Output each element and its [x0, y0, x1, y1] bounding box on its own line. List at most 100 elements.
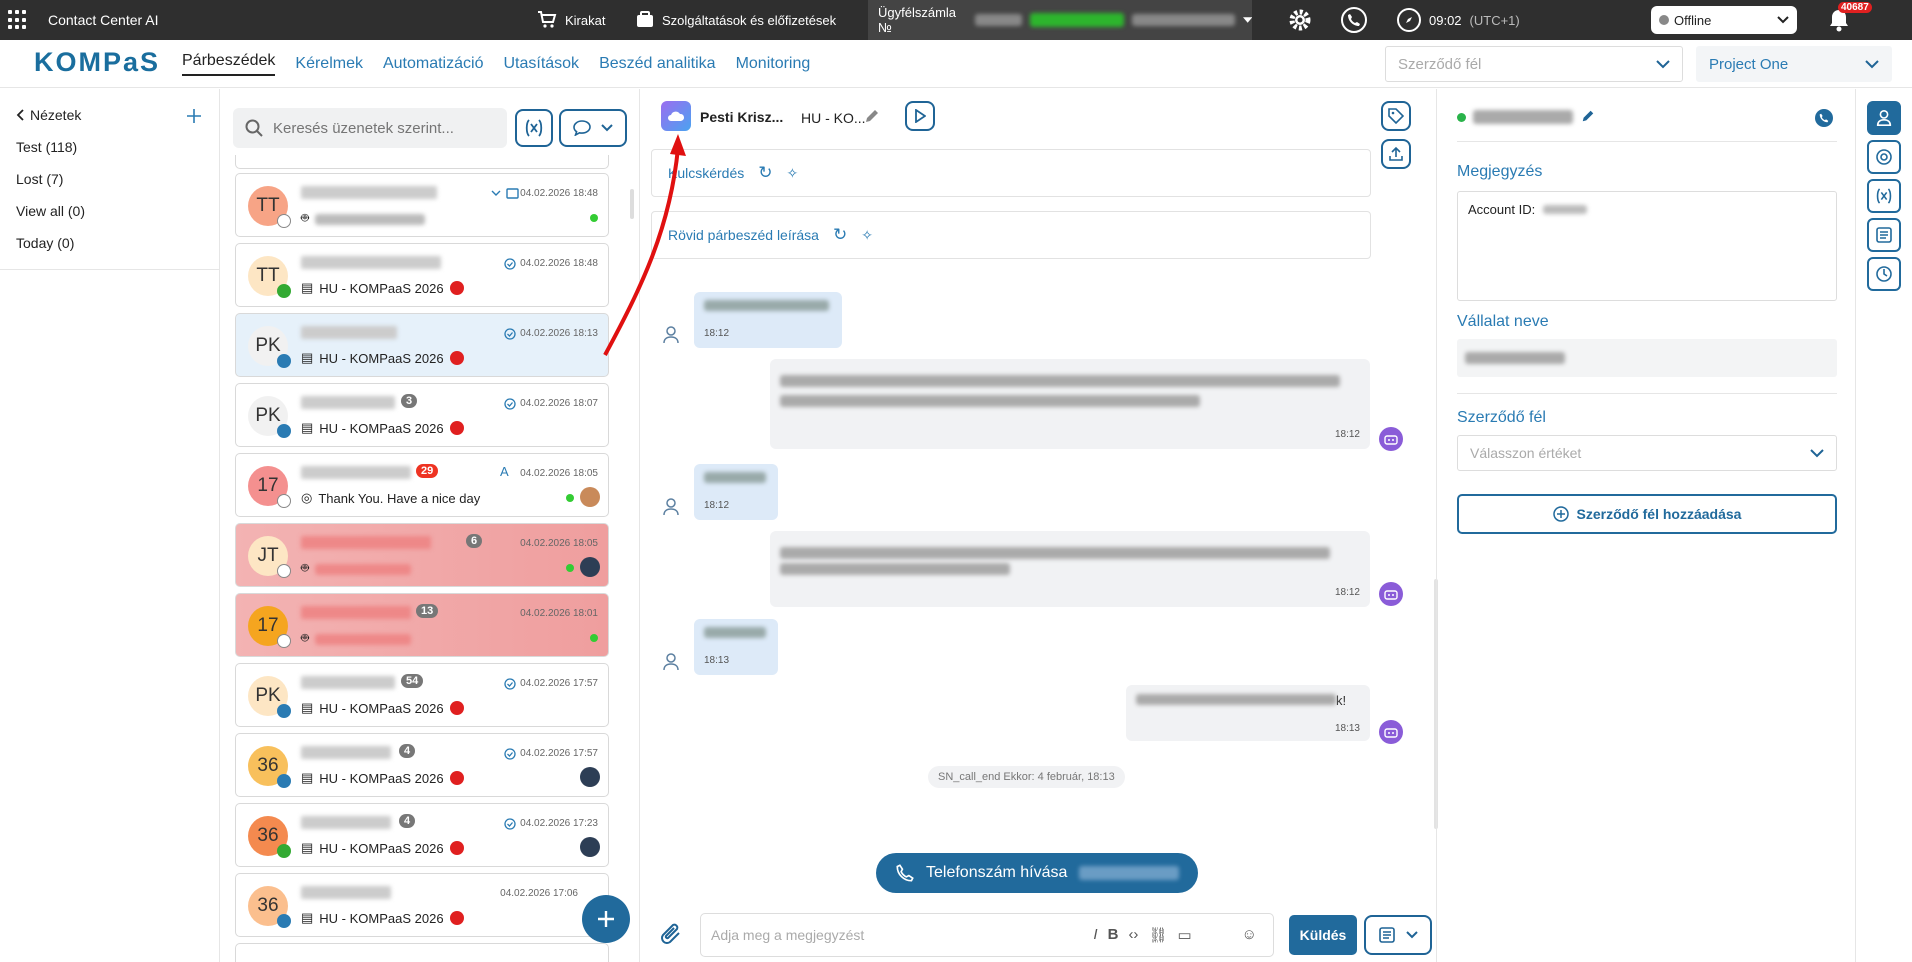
ai-tab[interactable]: [1867, 140, 1901, 174]
last-message: ▤ HU - KOMPaaS 2026: [301, 770, 464, 786]
send-button[interactable]: Küldés: [1289, 915, 1357, 955]
template-button[interactable]: [1364, 915, 1432, 955]
list-item[interactable]: JT 6 04.02.2026 18:05 🤖︎: [235, 523, 609, 587]
check-circle-icon: [504, 678, 516, 690]
format-toolbar: I B ‹› ⛓ ▭ ☺: [1093, 926, 1257, 944]
project-select[interactable]: Project One: [1696, 46, 1892, 82]
channel-badge-icon: [277, 214, 291, 228]
key-question-tile[interactable]: Kulcskérdés ↻ ✧: [651, 149, 1371, 197]
list-item[interactable]: PK 3 04.02.2026 18:07 ▤ HU - KOMPaaS 2026: [235, 383, 609, 447]
services-link[interactable]: Szolgáltatások és előfizetések: [636, 0, 836, 40]
call-contact-button[interactable]: [1815, 109, 1833, 127]
list-item[interactable]: TT 04.02.2026 18:48 🤖︎: [235, 173, 609, 237]
list-item[interactable]: TT 04.02.2026 18:48 ▤ HU - KOMPaaS 2026: [235, 243, 609, 307]
company-field[interactable]: [1457, 339, 1837, 377]
phone-out-badge-icon: [277, 844, 291, 858]
phone-icon: [1819, 113, 1829, 123]
timestamp: 04.02.2026 18:48: [520, 258, 598, 269]
variables-icon: [1876, 188, 1892, 204]
timezone-display[interactable]: 09:02 (UTC+1): [1397, 0, 1520, 40]
refresh-icon[interactable]: ↻: [758, 163, 772, 183]
variables-button[interactable]: [515, 109, 553, 147]
apps-grid-icon[interactable]: [8, 10, 28, 30]
account-selector[interactable]: Ügyfélszámla №: [868, 0, 1252, 40]
message-time: 18:12: [1334, 429, 1360, 440]
tab-monitoring[interactable]: Monitoring: [736, 55, 811, 73]
add-view-icon[interactable]: [187, 109, 201, 123]
history-tab[interactable]: [1867, 257, 1901, 291]
contact-name-blurred: [301, 536, 431, 549]
message-bubble-incoming: 18:12: [694, 292, 842, 348]
note-text: Account ID:: [1468, 202, 1536, 217]
tab-dialogs[interactable]: Párbeszédek: [182, 52, 276, 76]
account-label: Ügyfélszámla №: [878, 5, 957, 35]
italic-icon[interactable]: I: [1093, 926, 1097, 944]
views-back[interactable]: Nézetek: [16, 107, 81, 123]
translate-icon: A: [500, 464, 509, 479]
new-conversation-button[interactable]: [582, 895, 630, 943]
search-input[interactable]: [273, 119, 493, 137]
chat-header: Pesti Krisz... HU - KO...: [641, 89, 1435, 169]
message-time: 18:13: [1334, 723, 1360, 734]
contact-name[interactable]: Pesti Krisz...: [700, 109, 783, 125]
comment-icon[interactable]: ▭: [1177, 926, 1191, 944]
view-today[interactable]: Today (0): [16, 235, 74, 251]
refresh-icon[interactable]: ↻: [833, 225, 847, 245]
list-item[interactable]: 36 04.02.2026 17:06 ▤ HU - KOMPaaS 2026: [235, 873, 609, 937]
party-value-select[interactable]: Válasszon értéket: [1457, 435, 1837, 471]
phone-button[interactable]: [1341, 0, 1367, 40]
tag-icon: [1388, 108, 1404, 124]
tag-button[interactable]: [1381, 101, 1411, 131]
emoji-icon[interactable]: ☺: [1242, 926, 1257, 944]
view-test[interactable]: Test (118): [16, 139, 77, 155]
view-all[interactable]: View all (0): [16, 203, 85, 219]
list-item[interactable]: 36 4 04.02.2026 17:57 ▤ HU - KOMPaaS 2026: [235, 733, 609, 797]
call-phone-button[interactable]: Telefonszám hívása: [876, 853, 1198, 893]
link-icon[interactable]: ⛓: [1148, 926, 1167, 944]
party-select[interactable]: Szerződő fél: [1385, 46, 1683, 82]
line-name: HU - KOMPaaS 2026: [319, 910, 444, 926]
timestamp: 04.02.2026 17:23: [520, 818, 598, 829]
export-button[interactable]: [1381, 139, 1411, 169]
last-message: 🤖︎: [301, 210, 425, 228]
party-label: Szerződő fél: [1457, 409, 1546, 426]
contact-tab[interactable]: [1867, 101, 1901, 135]
code-icon[interactable]: ‹›: [1128, 926, 1138, 944]
notifications-button[interactable]: 40687: [1828, 0, 1872, 40]
note-textarea[interactable]: Account ID:: [1457, 191, 1837, 301]
pencil-icon[interactable]: [864, 108, 880, 124]
list-item-partial: [235, 943, 609, 962]
variables-tab[interactable]: [1867, 179, 1901, 213]
timestamp: 04.02.2026 18:01: [520, 608, 598, 619]
notes-tab[interactable]: [1867, 218, 1901, 252]
contact-name-blurred: [301, 396, 395, 409]
settings-button[interactable]: [1288, 0, 1312, 40]
pencil-icon[interactable]: [1581, 109, 1595, 123]
last-message: ▤ HU - KOMPaaS 2026: [301, 700, 464, 716]
list-item[interactable]: PK 04.02.2026 18:13 ▤ HU - KOMPaaS 2026: [235, 313, 609, 377]
list-item[interactable]: 17 13 04.02.2026 18:01 🤖︎: [235, 593, 609, 657]
list-item[interactable]: 17 29 A 04.02.2026 18:05 ◎ Thank You. Hav…: [235, 453, 609, 517]
list-item[interactable]: 36 4 04.02.2026 17:23 ▤ HU - KOMPaaS 2026: [235, 803, 609, 867]
tab-instructions[interactable]: Utasítások: [503, 55, 579, 73]
list-item[interactable]: PK 54 04.02.2026 17:57 ▤ HU - KOMPaaS 202…: [235, 663, 609, 727]
play-button[interactable]: [905, 101, 935, 131]
summary-tile[interactable]: Rövid párbeszéd leírása ↻ ✧: [651, 211, 1371, 259]
tab-speech-analytics[interactable]: Beszéd analitika: [599, 55, 716, 73]
check-circle-icon: [504, 398, 516, 410]
store-link[interactable]: Kirakat: [537, 0, 605, 40]
add-party-button[interactable]: Szerződő fél hozzáadása: [1457, 494, 1837, 534]
sparkle-icon[interactable]: ✧: [787, 165, 799, 182]
status-select[interactable]: Offline: [1651, 6, 1797, 34]
search-box[interactable]: [233, 108, 507, 148]
attachment-icon[interactable]: [659, 921, 685, 949]
status-dot: [1659, 15, 1669, 25]
bold-icon[interactable]: B: [1108, 926, 1119, 944]
view-lost[interactable]: Lost (7): [16, 171, 63, 187]
contact-name-blurred: [301, 326, 397, 339]
add-party-label: Szerződő fél hozzáadása: [1576, 506, 1742, 522]
message-input[interactable]: Adja meg a megjegyzést I B ‹› ⛓ ▭ ☺: [700, 913, 1274, 957]
sparkle-icon[interactable]: ✧: [861, 227, 873, 244]
tab-requests[interactable]: Kérelmek: [295, 55, 363, 73]
tab-automation[interactable]: Automatizáció: [383, 55, 484, 73]
